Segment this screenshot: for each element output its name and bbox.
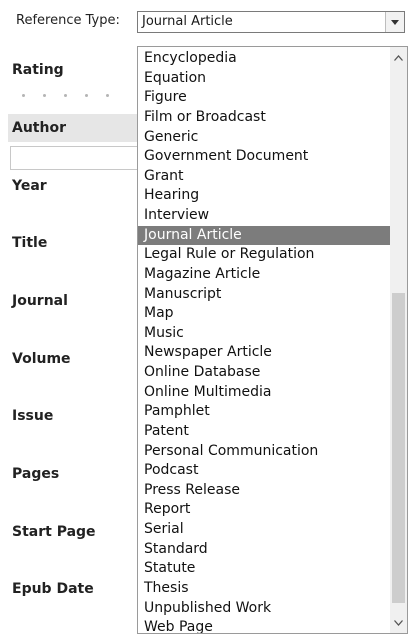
dropdown-option[interactable]: Online Database (138, 363, 390, 383)
chevron-up-icon[interactable] (390, 49, 407, 66)
rating-dot (64, 93, 67, 97)
author-input[interactable] (10, 146, 140, 170)
dropdown-option[interactable]: Statute (138, 559, 390, 579)
reference-type-dropdown[interactable]: Encyclopedia Equation Figure Film or Broadc… (137, 46, 408, 634)
caret-down-icon[interactable] (385, 12, 404, 32)
dropdown-option[interactable]: Standard (138, 540, 390, 560)
dropdown-option[interactable]: Manuscript (138, 285, 390, 305)
dropdown-option[interactable]: Legal Rule or Regulation (138, 245, 390, 265)
dropdown-option[interactable]: Podcast (138, 461, 390, 481)
dropdown-option[interactable]: Figure (138, 88, 390, 108)
field-label-title: Title (12, 235, 48, 251)
dropdown-option[interactable]: Grant (138, 167, 390, 187)
dropdown-option[interactable]: Report (138, 500, 390, 520)
dropdown-option[interactable]: Patent (138, 422, 390, 442)
rating-dot (22, 93, 25, 97)
dropdown-option[interactable]: Government Document (138, 147, 390, 167)
dropdown-option[interactable]: Thesis (138, 579, 390, 599)
field-label-epub-date: Epub Date (12, 581, 94, 597)
dropdown-option[interactable]: Pamphlet (138, 402, 390, 422)
reference-type-value: Journal Article (142, 14, 233, 29)
dropdown-option[interactable]: Hearing (138, 186, 390, 206)
dropdown-option[interactable]: Interview (138, 206, 390, 226)
rating-control[interactable] (22, 92, 132, 98)
rating-dot (85, 93, 88, 97)
dropdown-option[interactable]: Encyclopedia (138, 49, 390, 69)
scrollbar-thumb[interactable] (392, 293, 405, 603)
rating-dot (106, 93, 109, 97)
chevron-down-icon[interactable] (390, 614, 407, 631)
rating-dot (43, 93, 46, 97)
dropdown-option[interactable]: Film or Broadcast (138, 108, 390, 128)
dropdown-option[interactable]: Generic (138, 128, 390, 148)
dropdown-option[interactable]: Press Release (138, 481, 390, 501)
field-label-pages: Pages (12, 466, 60, 482)
field-label-rating: Rating (12, 62, 64, 78)
dropdown-option[interactable]: Personal Communication (138, 442, 390, 462)
dropdown-option[interactable]: Serial (138, 520, 390, 540)
dropdown-option[interactable]: Music (138, 324, 390, 344)
dropdown-option[interactable]: Map (138, 304, 390, 324)
dropdown-scrollbar[interactable] (390, 47, 407, 633)
dropdown-option[interactable]: Equation (138, 69, 390, 89)
field-label-year: Year (12, 178, 47, 194)
dropdown-options: Encyclopedia Equation Figure Film or Broadc… (138, 47, 390, 633)
dropdown-option[interactable]: Online Multimedia (138, 383, 390, 403)
dropdown-option[interactable]: Magazine Article (138, 265, 390, 285)
field-label-start-page: Start Page (12, 524, 96, 540)
field-label-issue: Issue (12, 408, 54, 424)
reference-type-select[interactable]: Journal Article (137, 11, 405, 33)
field-label-volume: Volume (12, 351, 71, 367)
field-label-journal: Journal (12, 293, 68, 309)
dropdown-option[interactable]: Web Page (138, 618, 390, 633)
dropdown-option[interactable]: Unpublished Work (138, 599, 390, 619)
dropdown-option[interactable]: Journal Article (138, 225, 390, 246)
field-label-author: Author (12, 120, 66, 136)
reference-type-label: Reference Type: (16, 13, 120, 28)
dropdown-option[interactable]: Newspaper Article (138, 343, 390, 363)
